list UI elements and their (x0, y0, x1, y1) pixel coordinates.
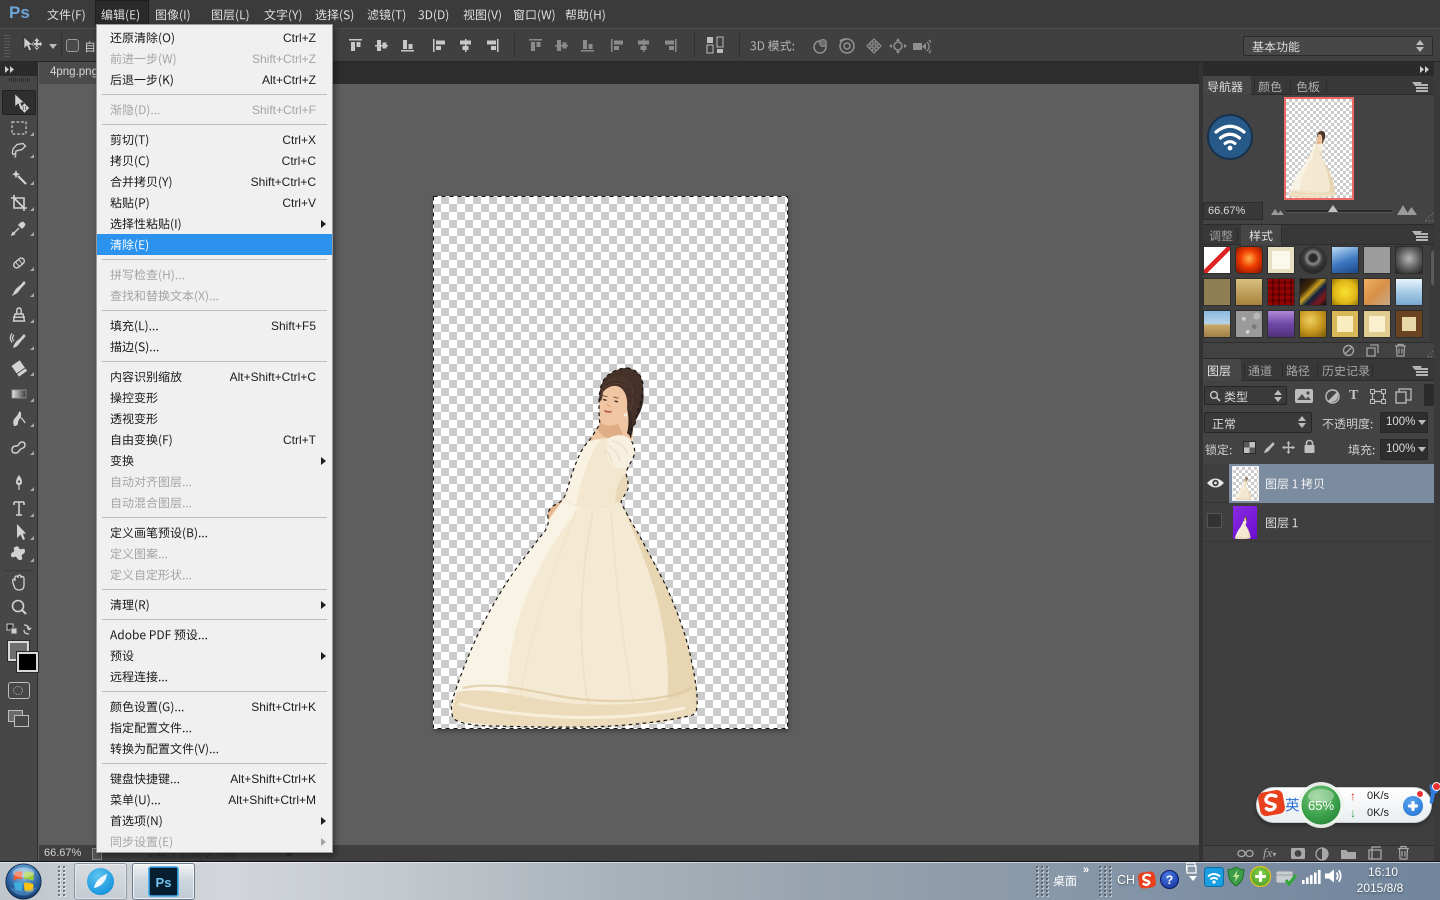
svg-text:65%: 65% (1308, 798, 1334, 813)
svg-text:Ps: Ps (156, 875, 172, 890)
svg-text:?: ? (1166, 873, 1173, 887)
